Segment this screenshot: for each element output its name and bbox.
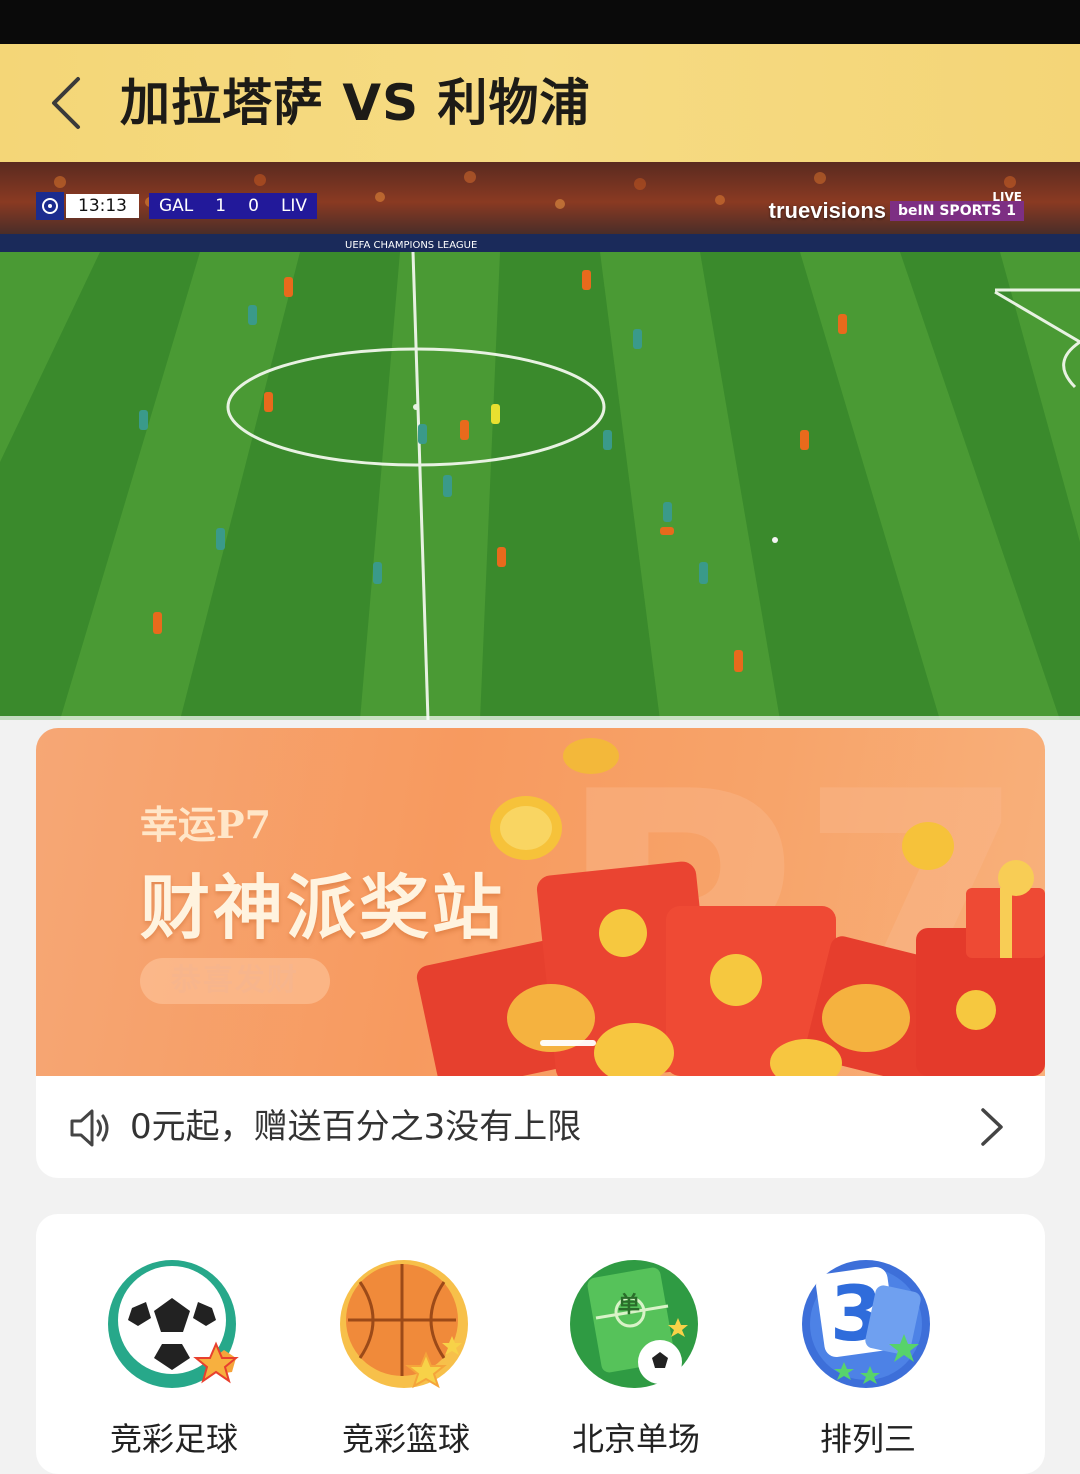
status-bar — [0, 0, 1080, 44]
header-bar: 加拉塔萨 VS 利物浦 — [0, 44, 1080, 162]
category-label: 排列三 — [819, 1420, 916, 1458]
home-team: GAL — [159, 196, 194, 216]
category-pailie-three[interactable]: 3 排列三 — [788, 1258, 948, 1460]
category-label: 竞彩足球 — [109, 1420, 238, 1458]
chevron-left-icon — [52, 77, 80, 129]
home-score: 1 — [215, 196, 227, 216]
broadcaster-brand: truevisions — [768, 198, 887, 223]
back-button[interactable] — [30, 68, 100, 138]
number-three-icon: 3 — [802, 1260, 930, 1388]
svg-text:单: 单 — [618, 1293, 640, 1318]
chevron-right-icon[interactable] — [977, 1106, 1007, 1148]
promo-banner[interactable]: P7 幸运P7 财神派奖站 恭喜发财 — [36, 728, 1045, 1076]
page-title: 加拉塔萨 VS 利物浦 — [120, 74, 591, 132]
banner-subtitle: 幸运P7 — [140, 802, 272, 847]
champions-league-icon — [36, 192, 64, 220]
soccer-ball-icon — [108, 1260, 239, 1388]
single-field-icon: 单 — [570, 1260, 698, 1388]
carousel-indicator — [540, 1040, 596, 1046]
match-video-frame: UEFA CHAMPIONS LEAGUE — [0, 162, 1080, 720]
match-clock: 13:13 — [66, 194, 139, 218]
broadcaster-channel: beIN SPORTS 1 — [890, 201, 1024, 221]
score-display: GAL 1 0 LIV — [149, 193, 318, 219]
broadcaster-logo: truevisions beIN SPORTS 1 — [769, 198, 1024, 224]
lottery-categories: 竞彩足球 竞彩篮球 单 北京单场 3 排列三 — [36, 1214, 1045, 1474]
banner-title: 财神派奖站 — [140, 866, 505, 949]
category-label: 竞彩篮球 — [341, 1420, 470, 1458]
away-score: 0 — [248, 196, 259, 216]
banner-tag: 恭喜发财 — [140, 958, 330, 1004]
category-jingcai-football[interactable]: 竞彩足球 — [94, 1258, 254, 1460]
scorebug: 13:13 GAL 1 0 LIV — [36, 192, 318, 220]
announcement-text: 0元起，赠送百分之3没有上限 — [130, 1107, 582, 1147]
announcement-bar[interactable]: 0元起，赠送百分之3没有上限 — [36, 1076, 1045, 1178]
category-label: 北京单场 — [571, 1420, 700, 1458]
svg-text:UEFA CHAMPIONS LEAGUE: UEFA CHAMPIONS LEAGUE — [345, 240, 477, 251]
away-team: LIV — [280, 196, 308, 216]
video-player[interactable]: UEFA CHAMPIONS LEAGUE 13:13 GAL 1 0 LIV … — [0, 162, 1080, 720]
basketball-icon — [340, 1260, 468, 1389]
category-jingcai-basketball[interactable]: 竞彩篮球 — [326, 1258, 486, 1460]
category-beijing-single[interactable]: 单 北京单场 — [556, 1258, 716, 1460]
speaker-icon — [70, 1109, 109, 1147]
